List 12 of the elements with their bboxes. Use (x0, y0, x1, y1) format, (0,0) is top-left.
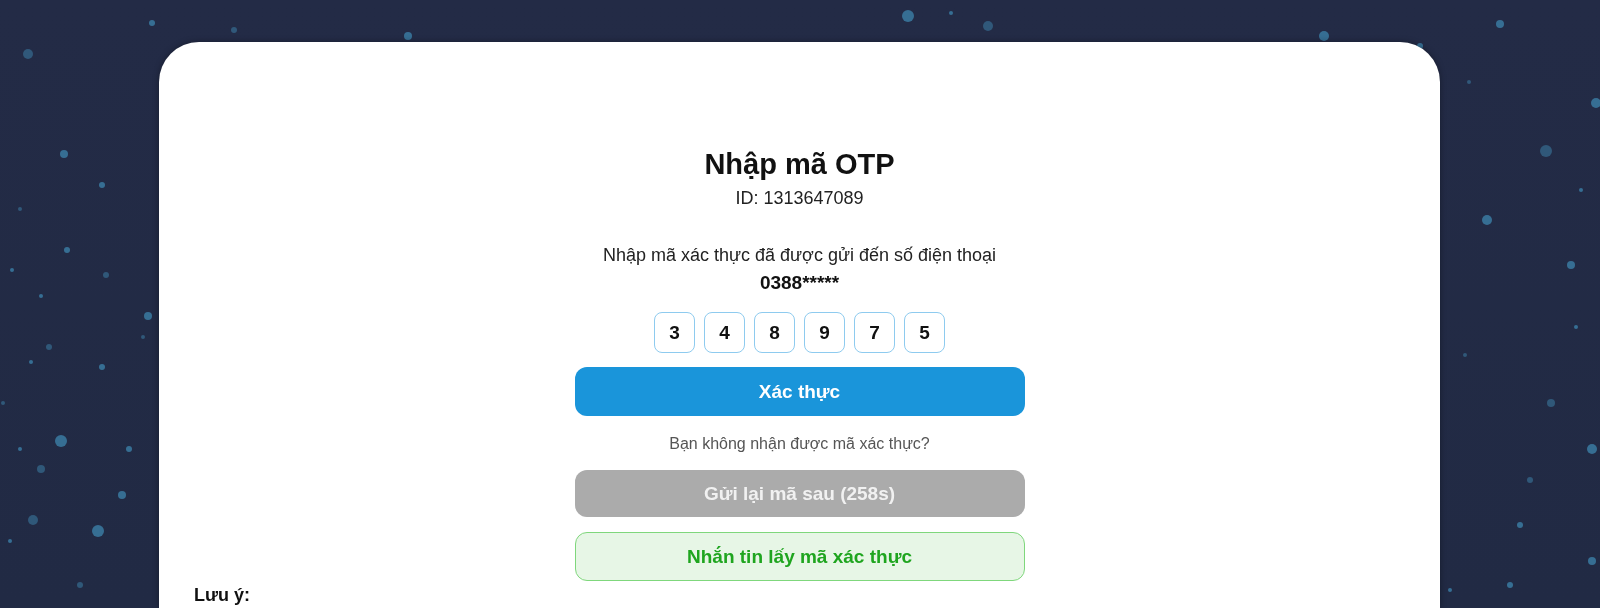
otp-digit-field[interactable]: 4 (704, 312, 745, 353)
otp-digit-field[interactable]: 7 (854, 312, 895, 353)
otp-digit-field[interactable]: 9 (804, 312, 845, 353)
phone-number: 0388***** (759, 271, 840, 295)
otp-digit-field[interactable]: 3 (654, 312, 695, 353)
page-title: Nhập mã OTP (704, 147, 895, 181)
account-id-text: ID: 1313647089 (735, 187, 864, 210)
otp-digit-field[interactable]: 8 (754, 312, 795, 353)
otp-digit-field[interactable]: 5 (904, 312, 945, 353)
note-heading: Lưu ý: (194, 584, 251, 606)
instruction-text: Nhập mã xác thực đã được gửi đến số điện thoại (602, 244, 997, 267)
resend-prompt-text: Bạn không nhận được mã xác thực? (669, 434, 930, 454)
